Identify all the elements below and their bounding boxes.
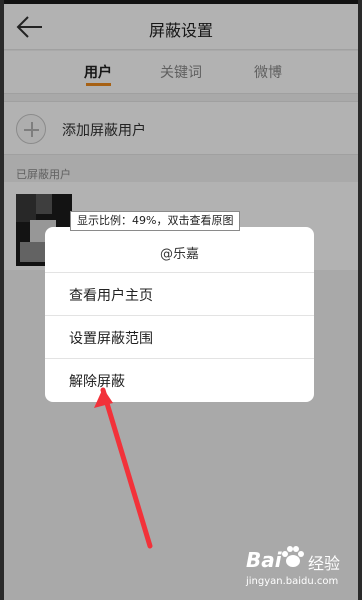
watermark-suffix: 经验 <box>308 554 341 573</box>
watermark-url: jingyan.baidu.com <box>246 576 339 587</box>
red-arrow-annotation <box>94 387 153 549</box>
baidu-jingyan-watermark: Bai 经验 jingyan.baidu.com <box>240 544 355 596</box>
watermark-brand: Bai <box>246 548 282 572</box>
baidu-paw-icon <box>282 546 304 567</box>
